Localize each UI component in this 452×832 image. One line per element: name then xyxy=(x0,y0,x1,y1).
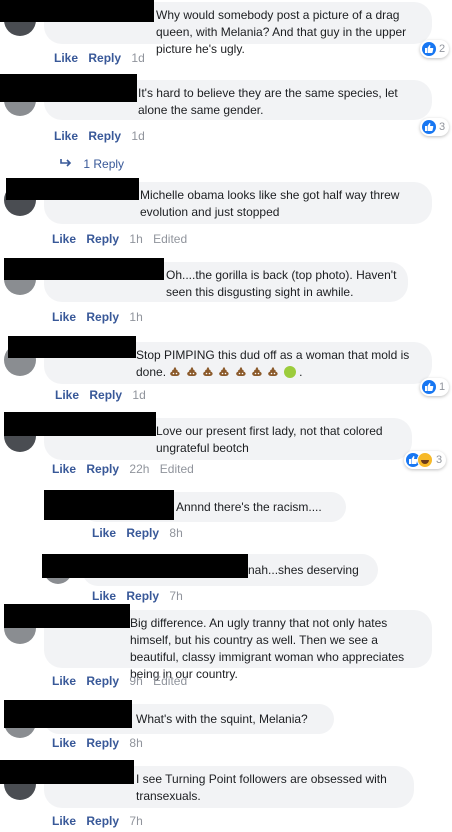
comment-actions: Like Reply 1d xyxy=(54,50,152,66)
comment-actions: Like Reply 9h Edited xyxy=(52,673,187,689)
reply-button[interactable]: Reply xyxy=(89,388,122,402)
redaction-bar xyxy=(4,700,132,728)
redaction-bar xyxy=(4,604,130,628)
redaction-bar xyxy=(4,412,156,436)
reply-arrow-icon xyxy=(60,157,72,171)
pile-of-poo-icon xyxy=(267,366,279,378)
comment-text: What's with the squint, Melania? xyxy=(136,712,308,726)
like-button[interactable]: Like xyxy=(52,462,76,476)
like-button[interactable]: Like xyxy=(92,589,116,603)
like-button[interactable]: Like xyxy=(52,674,76,688)
timestamp[interactable]: 8h xyxy=(129,736,142,750)
reaction-summary[interactable]: 3 xyxy=(404,451,447,469)
reaction-summary[interactable]: 1 xyxy=(420,378,450,396)
edited-label[interactable]: Edited xyxy=(153,674,187,688)
redaction-bar xyxy=(8,336,136,358)
timestamp[interactable]: 7h xyxy=(169,589,182,603)
timestamp[interactable]: 22h xyxy=(129,462,149,476)
edited-label[interactable]: Edited xyxy=(153,232,187,246)
emoji-row xyxy=(169,364,296,381)
redaction-bar xyxy=(4,258,164,280)
reaction-count: 3 xyxy=(436,454,443,466)
like-button[interactable]: Like xyxy=(52,814,76,828)
comment-text: Why would somebody post a picture of a d… xyxy=(156,8,407,56)
redaction-bar xyxy=(44,490,174,520)
comment-text: It's hard to believe they are the same s… xyxy=(138,86,398,117)
pile-of-poo-icon xyxy=(218,366,230,378)
pile-of-poo-icon xyxy=(186,366,198,378)
view-replies-link[interactable]: 1 Reply xyxy=(60,157,124,171)
comment-actions: Like Reply 7h xyxy=(92,588,190,604)
reply-button[interactable]: Reply xyxy=(88,51,121,65)
comment-actions: Like Reply 1d xyxy=(54,128,152,144)
reply-button[interactable]: Reply xyxy=(86,462,119,476)
reply-button[interactable]: Reply xyxy=(126,589,159,603)
reply-button[interactable]: Reply xyxy=(86,814,119,828)
timestamp[interactable]: 1h xyxy=(129,232,142,246)
replies-count: 1 Reply xyxy=(83,157,125,171)
comment-text: Michelle obama looks like she got half w… xyxy=(140,188,400,219)
comment-actions: Like Reply 1d xyxy=(55,387,153,403)
reply-button[interactable]: Reply xyxy=(86,736,119,750)
comment-text: Love our present first lady, not that co… xyxy=(156,424,383,455)
timestamp[interactable]: 9h xyxy=(129,674,142,688)
edited-label[interactable]: Edited xyxy=(160,462,194,476)
reply-button[interactable]: Reply xyxy=(86,674,119,688)
redaction-bar xyxy=(0,74,137,102)
timestamp[interactable]: 1h xyxy=(129,310,142,324)
comment-actions: Like Reply 22h Edited xyxy=(52,461,194,477)
haha-reaction-icon xyxy=(417,452,433,468)
comment-text-after: . xyxy=(299,365,303,379)
like-button[interactable]: Like xyxy=(54,129,78,143)
comment-text: Oh....the gorilla is back (top photo). H… xyxy=(166,268,397,299)
reply-button[interactable]: Reply xyxy=(126,526,159,540)
like-reaction-icon xyxy=(422,42,436,56)
reply-button[interactable]: Reply xyxy=(88,129,121,143)
timestamp[interactable]: 8h xyxy=(169,526,182,540)
comment-text: nah...shes deserving xyxy=(248,563,359,577)
like-button[interactable]: Like xyxy=(54,51,78,65)
like-reaction-icon xyxy=(422,380,436,394)
timestamp[interactable]: 1d xyxy=(132,388,145,402)
reaction-count: 2 xyxy=(439,43,446,55)
timestamp[interactable]: 7h xyxy=(129,814,142,828)
redaction-bar xyxy=(0,760,134,784)
like-button[interactable]: Like xyxy=(52,736,76,750)
pile-of-poo-icon xyxy=(251,366,263,378)
like-button[interactable]: Like xyxy=(52,310,76,324)
like-button[interactable]: Like xyxy=(55,388,79,402)
like-button[interactable]: Like xyxy=(92,526,116,540)
redaction-bar xyxy=(42,554,248,578)
timestamp[interactable]: 1d xyxy=(131,51,144,65)
reply-button[interactable]: Reply xyxy=(86,310,119,324)
pile-of-poo-icon xyxy=(169,366,181,378)
comment-actions: Like Reply 7h xyxy=(52,813,150,829)
comment-actions: Like Reply 8h xyxy=(92,525,190,541)
redaction-bar xyxy=(0,0,154,22)
redaction-bar xyxy=(6,178,139,200)
reaction-count: 3 xyxy=(439,121,446,133)
comment-actions: Like Reply 1h Edited xyxy=(52,231,187,247)
comment-text: I see Turning Point followers are obsess… xyxy=(136,772,387,803)
nauseated-face-icon xyxy=(283,366,296,379)
timestamp[interactable]: 1d xyxy=(131,129,144,143)
pile-of-poo-icon xyxy=(202,366,214,378)
comment-actions: Like Reply 1h xyxy=(52,309,150,325)
reply-button[interactable]: Reply xyxy=(86,232,119,246)
comment-actions: Like Reply 8h xyxy=(52,735,150,751)
reaction-count: 1 xyxy=(439,381,446,393)
reaction-summary[interactable]: 2 xyxy=(420,40,450,58)
comment-text: Big difference. An ugly tranny that not … xyxy=(130,616,405,681)
reaction-summary[interactable]: 3 xyxy=(420,118,450,136)
comment-text: Annnd there's the racism.... xyxy=(176,500,322,514)
pile-of-poo-icon xyxy=(235,366,247,378)
like-button[interactable]: Like xyxy=(52,232,76,246)
like-reaction-icon xyxy=(422,120,436,134)
